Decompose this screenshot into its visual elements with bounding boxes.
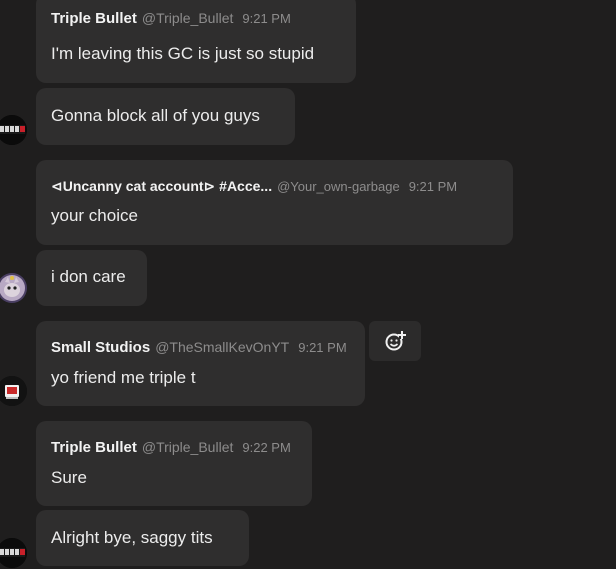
message-text: Alright bye, saggy tits (51, 528, 213, 547)
author-name[interactable]: Triple Bullet (51, 439, 137, 456)
message-text: yo friend me triple t (51, 368, 196, 387)
author-handle: @Your_own-garbage (277, 179, 400, 194)
message-header: Small Studios @TheSmallKevOnYT 9:21 PM (51, 339, 347, 356)
avatar[interactable] (0, 538, 27, 568)
message-text: Sure (51, 468, 87, 487)
author-handle: @TheSmallKevOnYT (155, 339, 290, 355)
message-timestamp: 9:22 PM (242, 440, 291, 455)
message-text: your choice (51, 206, 138, 225)
message-bubble[interactable]: Triple Bullet @Triple_Bullet 9:21 PM I'm l… (36, 0, 356, 83)
message-text: I'm leaving this GC is just so stupid (51, 44, 315, 63)
add-reaction-button[interactable] (369, 321, 421, 361)
message-bubble[interactable]: Alright bye, saggy tits (36, 510, 249, 566)
message-timestamp: 9:21 PM (298, 340, 347, 355)
author-handle: @Triple_Bullet (141, 10, 234, 26)
author-name[interactable]: Small Studios (51, 339, 150, 356)
message-header: Triple Bullet @Triple_Bullet 9:21 PM (51, 10, 291, 27)
avatar[interactable] (0, 376, 27, 406)
message-text: Gonna block all of you guys (51, 106, 260, 125)
avatar[interactable] (0, 115, 27, 145)
avatar-image (0, 538, 27, 568)
message-feed: Triple Bullet @Triple_Bullet 9:21 PM I'm l… (0, 0, 616, 569)
message-bubble[interactable]: Triple Bullet @Triple_Bullet 9:22 PM Sure (36, 421, 312, 506)
author-name[interactable]: Triple Bullet (51, 10, 137, 27)
add-reaction-icon (385, 331, 406, 351)
avatar-image (0, 115, 27, 145)
avatar-image (0, 273, 27, 303)
message-header: ⊲Uncanny cat account⊳ #Acce... @Your_own-… (51, 178, 457, 195)
message-header: Triple Bullet @Triple_Bullet 9:22 PM (51, 439, 291, 456)
message-bubble[interactable]: Gonna block all of you guys (36, 88, 295, 145)
message-text: i don care (51, 267, 126, 286)
message-timestamp: 9:21 PM (242, 11, 291, 26)
message-timestamp: 9:21 PM (408, 179, 458, 194)
author-handle: @Triple_Bullet (141, 439, 234, 455)
author-name[interactable]: ⊲Uncanny cat account⊳ #Acce... (51, 178, 272, 194)
avatar[interactable] (0, 273, 27, 303)
message-bubble[interactable]: ⊲Uncanny cat account⊳ #Acce... @Your_own-… (36, 160, 513, 245)
message-bubble[interactable]: i don care (36, 250, 147, 306)
message-bubble[interactable]: Small Studios @TheSmallKevOnYT 9:21 PM yo … (36, 321, 365, 406)
avatar-image (0, 376, 27, 406)
